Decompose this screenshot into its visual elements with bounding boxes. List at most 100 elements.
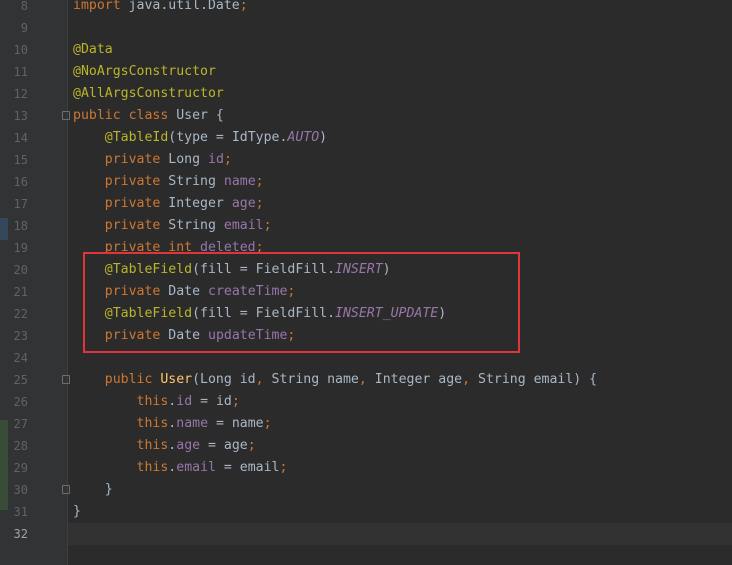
code-token: ; <box>263 416 272 431</box>
code-token: age <box>176 438 201 453</box>
code-token: public <box>104 372 161 387</box>
code-token: @Data <box>73 42 113 57</box>
code-token: private <box>104 196 169 211</box>
code-line[interactable]: 16 private String name; <box>0 171 732 193</box>
code-token: ; <box>263 218 272 233</box>
code-token: age <box>231 196 256 211</box>
line-number: 10 <box>13 43 28 57</box>
code-token: ; <box>255 196 264 211</box>
code-line[interactable]: 9 <box>0 17 732 39</box>
line-number: 29 <box>13 461 28 475</box>
code-token: Integer <box>168 196 232 211</box>
code-token: this <box>136 394 169 409</box>
code-text[interactable]: this.email = email; <box>73 457 288 479</box>
code-token: import <box>73 0 121 13</box>
line-number: 14 <box>13 131 28 145</box>
code-token: = id <box>192 394 232 409</box>
code-text[interactable]: @Data <box>73 39 113 61</box>
line-number: 23 <box>13 329 28 343</box>
code-token: (type = IdType. <box>168 130 288 145</box>
line-number: 16 <box>13 175 28 189</box>
line-number: 8 <box>20 0 28 13</box>
code-token: @AllArgsConstructor <box>73 86 224 101</box>
code-token: , <box>462 372 478 387</box>
code-token: AUTO <box>287 130 320 145</box>
code-line[interactable]: 30 } <box>0 479 732 501</box>
line-number: 32 <box>13 527 28 541</box>
code-token: = age <box>200 438 248 453</box>
code-token: name <box>176 416 209 431</box>
line-number: 17 <box>13 197 28 211</box>
line-number: 18 <box>13 219 28 233</box>
code-text[interactable]: private String name; <box>73 171 264 193</box>
line-number: 19 <box>13 241 28 255</box>
code-token: ; <box>279 460 288 475</box>
code-token: Integer age <box>374 372 463 387</box>
line-number: 25 <box>13 373 28 387</box>
code-token: id <box>208 152 224 167</box>
code-text[interactable]: private Long id; <box>73 149 232 171</box>
code-token: public class <box>73 108 177 123</box>
code-line[interactable]: 29 this.email = email; <box>0 457 732 479</box>
code-text[interactable]: @TableId(type = IdType.AUTO) <box>73 127 327 149</box>
fold-marker-icon[interactable] <box>62 111 70 120</box>
code-text[interactable]: this.id = id; <box>73 391 240 413</box>
code-line[interactable]: 26 this.id = id; <box>0 391 732 413</box>
code-token: ; <box>223 152 232 167</box>
code-token: = email <box>215 460 280 475</box>
code-text[interactable]: @AllArgsConstructor <box>73 83 224 105</box>
line-number: 22 <box>13 307 28 321</box>
code-line[interactable]: 31} <box>0 501 732 523</box>
code-line[interactable]: 32 <box>0 523 732 545</box>
code-text[interactable]: public class User { <box>73 105 224 127</box>
code-token: String <box>168 174 224 189</box>
code-token: id <box>176 394 193 409</box>
code-token: ) <box>319 130 328 145</box>
code-text[interactable]: private Integer age; <box>73 193 264 215</box>
code-text[interactable]: public User(Long id, String name, Intege… <box>73 369 597 391</box>
code-token: private <box>104 152 169 167</box>
code-line[interactable]: 8 import java.util.Date; <box>0 0 732 17</box>
code-token: this <box>136 460 169 475</box>
code-line[interactable]: 13 public class User { <box>0 105 732 127</box>
line-number: 9 <box>20 21 28 35</box>
line-number: 15 <box>13 153 28 167</box>
code-text[interactable]: @NoArgsConstructor <box>73 61 216 83</box>
fold-marker-icon[interactable] <box>62 485 70 494</box>
code-token: name <box>223 174 256 189</box>
code-text[interactable]: private String email; <box>73 215 272 237</box>
code-line[interactable]: 10 @Data <box>0 39 732 61</box>
code-text[interactable]: import java.util.Date; <box>73 0 248 17</box>
code-line[interactable]: 28 this.age = age; <box>0 435 732 457</box>
fold-marker-icon[interactable] <box>62 375 70 384</box>
code-line[interactable]: 15 private Long id; <box>0 149 732 171</box>
code-line[interactable]: 25 public User(Long id, String name, Int… <box>0 369 732 391</box>
line-number: 13 <box>13 109 28 123</box>
code-editor[interactable]: 8 import java.util.Date; 9 10 @Data 11 @NoArgs… <box>0 0 732 565</box>
line-number: 27 <box>13 417 28 431</box>
code-token: Long <box>168 152 208 167</box>
code-token: email <box>223 218 264 233</box>
code-token: @TableId <box>104 130 169 145</box>
code-line[interactable]: 27 this.name = name; <box>0 413 732 435</box>
code-token: User { <box>176 108 224 123</box>
code-line[interactable]: 11 @NoArgsConstructor <box>0 61 732 83</box>
code-line[interactable]: 12 @AllArgsConstructor <box>0 83 732 105</box>
line-number: 12 <box>13 87 28 101</box>
code-text[interactable]: this.name = name; <box>73 413 272 435</box>
code-token: = name <box>208 416 264 431</box>
code-line[interactable]: 14 @TableId(type = IdType.AUTO) <box>0 127 732 149</box>
code-line[interactable]: 18 private String email; <box>0 215 732 237</box>
code-text[interactable]: this.age = age; <box>73 435 256 457</box>
code-line[interactable]: 17 private Integer age; <box>0 193 732 215</box>
code-text[interactable]: } <box>73 501 81 523</box>
code-text[interactable]: } <box>73 479 113 501</box>
line-number: 30 <box>13 483 28 497</box>
highlight-box <box>83 252 520 353</box>
